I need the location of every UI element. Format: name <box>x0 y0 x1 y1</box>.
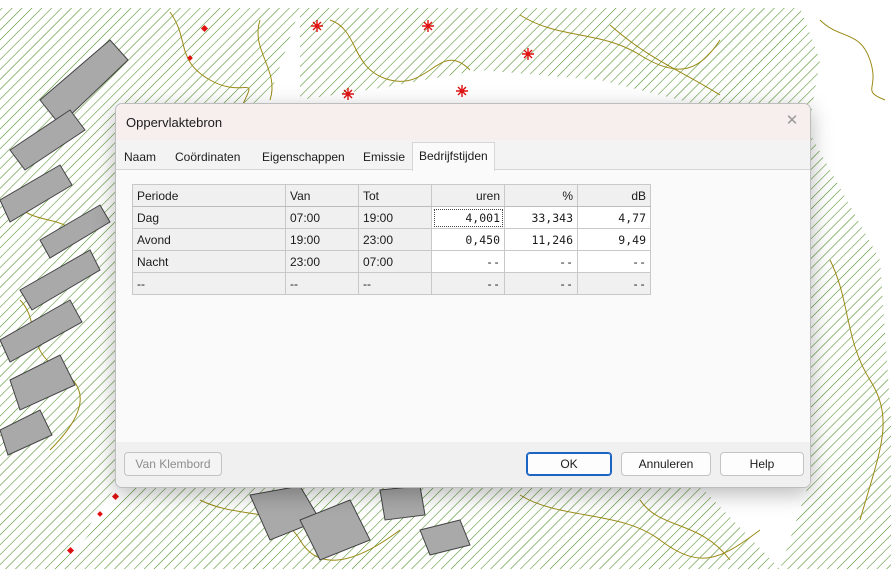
tab-emissie[interactable]: Emissie <box>361 145 407 169</box>
tab-coordinaten[interactable]: Coördinaten <box>173 145 242 169</box>
operating-hours-table: Periode Van Tot uren % dB Dag 07:00 19:0… <box>132 184 651 295</box>
cell-db[interactable]: -- <box>577 250 651 273</box>
table-row: Nacht 23:00 07:00 -- -- -- <box>132 250 651 273</box>
tab-naam[interactable]: Naam <box>122 145 158 169</box>
cell-percent[interactable]: 11,246 <box>504 228 578 251</box>
cell-tot[interactable]: 07:00 <box>358 250 432 273</box>
column-header-tot: Tot <box>358 184 432 207</box>
cell-tot[interactable]: 23:00 <box>358 228 432 251</box>
cell-van[interactable]: -- <box>285 272 359 295</box>
cell-db[interactable]: 9,49 <box>577 228 651 251</box>
cell-percent[interactable]: -- <box>504 272 578 295</box>
cell-uren[interactable]: -- <box>431 250 505 273</box>
cancel-button[interactable]: Annuleren <box>621 452 711 476</box>
cell-tot[interactable]: 19:00 <box>358 206 432 229</box>
cell-percent[interactable]: -- <box>504 250 578 273</box>
cell-uren[interactable]: 4,001 <box>431 206 505 229</box>
tab-bedrijfstijden[interactable]: Bedrijfstijden <box>412 142 495 171</box>
surface-source-dialog: Oppervlaktebron ✕ Naam Coördinaten Eigen… <box>115 103 811 488</box>
table-row: -- -- -- -- -- -- <box>132 272 651 295</box>
cell-percent[interactable]: 33,343 <box>504 206 578 229</box>
column-header-uren: uren <box>431 184 505 207</box>
cell-van[interactable]: 19:00 <box>285 228 359 251</box>
column-header-periode: Periode <box>132 184 286 207</box>
dialog-footer: Van Klembord OK Annuleren Help <box>116 442 810 487</box>
cell-db[interactable]: 4,77 <box>577 206 651 229</box>
tab-eigenschappen[interactable]: Eigenschappen <box>260 145 347 169</box>
dialog-titlebar: Oppervlaktebron ✕ <box>116 104 810 140</box>
column-header-percent: % <box>504 184 578 207</box>
cell-periode[interactable]: Nacht <box>132 250 286 273</box>
table-row: Avond 19:00 23:00 0,450 11,246 9,49 <box>132 228 651 251</box>
cell-db[interactable]: -- <box>577 272 651 295</box>
building <box>379 485 426 521</box>
cell-periode[interactable]: -- <box>132 272 286 295</box>
column-header-van: Van <box>285 184 359 207</box>
table-header-row: Periode Van Tot uren % dB <box>132 184 651 207</box>
table-row: Dag 07:00 19:00 4,001 33,343 4,77 <box>132 206 651 229</box>
help-button[interactable]: Help <box>720 452 804 476</box>
cell-tot[interactable]: -- <box>358 272 432 295</box>
cell-periode[interactable]: Dag <box>132 206 286 229</box>
cell-van[interactable]: 07:00 <box>285 206 359 229</box>
cell-uren[interactable]: 0,450 <box>431 228 505 251</box>
close-icon[interactable]: ✕ <box>780 110 804 132</box>
cell-periode[interactable]: Avond <box>132 228 286 251</box>
tab-pane-bedrijfstijden: Periode Van Tot uren % dB Dag 07:00 19:0… <box>116 170 810 442</box>
ok-button[interactable]: OK <box>526 452 612 476</box>
cell-uren[interactable]: -- <box>431 272 505 295</box>
column-header-db: dB <box>577 184 651 207</box>
paste-from-clipboard-button[interactable]: Van Klembord <box>124 452 222 476</box>
cell-van[interactable]: 23:00 <box>285 250 359 273</box>
dialog-title: Oppervlaktebron <box>126 115 223 130</box>
